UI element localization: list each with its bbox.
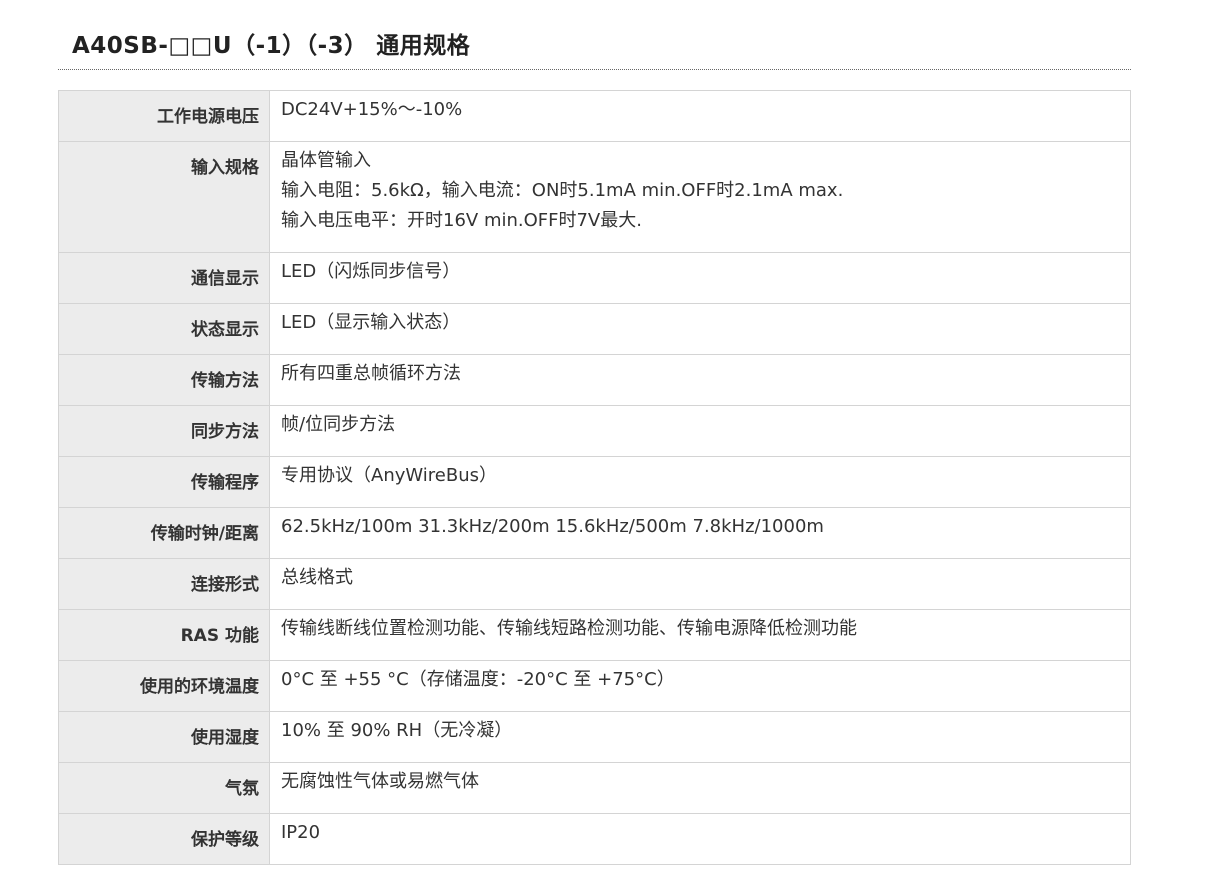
spec-value-humidity: 10% 至 90% RH（无冷凝）	[269, 711, 1131, 763]
spec-label-humidity: 使用湿度	[58, 711, 270, 763]
page-title: A40SB-□□U（-1）（-3） 通用规格	[72, 33, 471, 59]
spec-row-ras-function: RAS 功能 传输线断线位置检测功能、传输线短路检测功能、传输电源降低检测功能	[58, 609, 1131, 661]
spec-value-ambient-temperature: 0°C 至 +55 °C（存储温度：-20°C 至 +75°C）	[269, 660, 1131, 712]
spec-row-input-spec: 输入规格 晶体管输入 输入电阻：5.6kΩ，输入电流：ON时5.1mA min.…	[58, 141, 1131, 253]
spec-value-atmosphere: 无腐蚀性气体或易燃气体	[269, 762, 1131, 814]
spec-value-sync-method: 帧/位同步方法	[269, 405, 1131, 457]
spec-label-protection-rating: 保护等级	[58, 813, 270, 865]
spec-label-sync-method: 同步方法	[58, 405, 270, 457]
spec-row-protection-rating: 保护等级 IP20	[58, 813, 1131, 865]
spec-value-status-display: LED（显示输入状态）	[269, 303, 1131, 355]
spec-value-ras-function: 传输线断线位置检测功能、传输线短路检测功能、传输电源降低检测功能	[269, 609, 1131, 661]
spec-value-input-spec: 晶体管输入 输入电阻：5.6kΩ，输入电流：ON时5.1mA min.OFF时2…	[269, 141, 1131, 253]
spec-value-transmission-protocol: 专用协议（AnyWireBus）	[269, 456, 1131, 508]
spec-row-transmission-protocol: 传输程序 专用协议（AnyWireBus）	[58, 456, 1131, 508]
spec-label-transmission-method: 传输方法	[58, 354, 270, 406]
spec-label-comm-display: 通信显示	[58, 252, 270, 304]
spec-value-comm-display: LED（闪烁同步信号）	[269, 252, 1131, 304]
spec-value-power-voltage: DC24V+15%～-10%	[269, 90, 1131, 142]
spec-label-input-spec: 输入规格	[58, 141, 270, 253]
spec-label-power-voltage: 工作电源电压	[58, 90, 270, 142]
spec-row-comm-display: 通信显示 LED（闪烁同步信号）	[58, 252, 1131, 304]
spec-row-sync-method: 同步方法 帧/位同步方法	[58, 405, 1131, 457]
spec-row-connection-type: 连接形式 总线格式	[58, 558, 1131, 610]
title-divider	[58, 69, 1131, 70]
spec-row-humidity: 使用湿度 10% 至 90% RH（无冷凝）	[58, 711, 1131, 763]
spec-label-transmission-protocol: 传输程序	[58, 456, 270, 508]
spec-value-connection-type: 总线格式	[269, 558, 1131, 610]
spec-label-atmosphere: 气氛	[58, 762, 270, 814]
spec-value-protection-rating: IP20	[269, 813, 1131, 865]
spec-label-clock-distance: 传输时钟/距离	[58, 507, 270, 559]
spec-row-power-voltage: 工作电源电压 DC24V+15%～-10%	[58, 90, 1131, 142]
spec-label-status-display: 状态显示	[58, 303, 270, 355]
spec-label-ambient-temperature: 使用的环境温度	[58, 660, 270, 712]
spec-row-clock-distance: 传输时钟/距离 62.5kHz/100m 31.3kHz/200m 15.6kH…	[58, 507, 1131, 559]
spec-value-clock-distance: 62.5kHz/100m 31.3kHz/200m 15.6kHz/500m 7…	[269, 507, 1131, 559]
spec-row-transmission-method: 传输方法 所有四重总帧循环方法	[58, 354, 1131, 406]
spec-table: 工作电源电压 DC24V+15%～-10% 输入规格 晶体管输入 输入电阻：5.…	[58, 90, 1131, 865]
input-spec-line-resistance: 输入电阻：5.6kΩ，输入电流：ON时5.1mA min.OFF时2.1mA m…	[281, 180, 844, 201]
spec-row-ambient-temperature: 使用的环境温度 0°C 至 +55 °C（存储温度：-20°C 至 +75°C）	[58, 660, 1131, 712]
spec-label-ras-function: RAS 功能	[58, 609, 270, 661]
input-spec-line-type: 晶体管输入	[281, 150, 371, 171]
spec-row-status-display: 状态显示 LED（显示输入状态）	[58, 303, 1131, 355]
spec-row-atmosphere: 气氛 无腐蚀性气体或易燃气体	[58, 762, 1131, 814]
spec-label-connection-type: 连接形式	[58, 558, 270, 610]
input-spec-line-voltage-level: 输入电压电平：开时16V min.OFF时7V最大.	[281, 210, 642, 231]
spec-value-transmission-method: 所有四重总帧循环方法	[269, 354, 1131, 406]
